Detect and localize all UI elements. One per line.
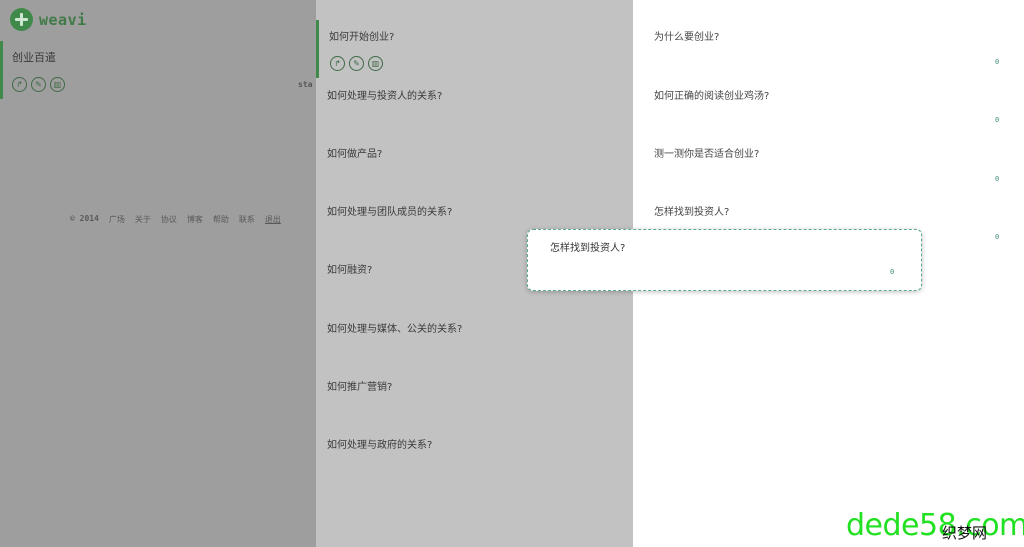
topic-item[interactable]: 如何推广营销?: [316, 370, 633, 428]
footer: © 2014 广场 关于 协议 博客 帮助 联系 退出: [70, 214, 281, 225]
edit-icon[interactable]: ✎: [31, 77, 46, 92]
topic-title: 如何开始创业?: [329, 32, 395, 43]
copyright: © 2014: [70, 214, 99, 223]
topic-title: 如何处理与投资人的关系?: [327, 91, 443, 102]
article-count: 0: [995, 233, 1000, 241]
article-count: 0: [995, 116, 1000, 124]
topic-item[interactable]: 如何处理与媒体、公关的关系?: [316, 312, 633, 370]
topic-title: 如何处理与政府的关系?: [327, 440, 433, 451]
topic-title: 如何推广营销?: [327, 382, 393, 393]
logo[interactable]: weavi: [10, 8, 87, 31]
watermark: dede58.com 织梦网: [846, 508, 1024, 543]
topic-title: 如何处理与媒体、公关的关系?: [327, 324, 463, 335]
topic-actions: ↱ ✎ ▥: [330, 56, 383, 71]
notebook-card[interactable]: 创业百遣 ↱ ✎ ▥: [0, 41, 316, 99]
notebook-title: 创业百遣: [12, 51, 56, 64]
article-count: 0: [995, 58, 1000, 66]
dragged-article-count: 0: [890, 268, 895, 276]
footer-link-terms[interactable]: 协议: [161, 214, 177, 225]
clipped-text: sta: [298, 80, 313, 89]
delete-icon[interactable]: ▥: [50, 77, 65, 92]
topic-title: 如何处理与团队成员的关系?: [327, 207, 453, 218]
article-title: 测一测你是否适合创业?: [654, 149, 760, 160]
share-icon[interactable]: ↱: [330, 56, 345, 71]
footer-link-help[interactable]: 帮助: [213, 214, 229, 225]
topic-item[interactable]: 如何处理与政府的关系?: [316, 428, 633, 486]
article-title: 怎样找到投资人?: [654, 207, 730, 218]
article-item[interactable]: 如何正确的阅读创业鸡汤? 0: [633, 79, 1024, 137]
topic-item-active[interactable]: 如何开始创业? ↱ ✎ ▥: [316, 20, 633, 78]
notebook-actions: ↱ ✎ ▥: [12, 77, 65, 92]
topic-item[interactable]: 如何处理与投资人的关系?: [316, 79, 633, 137]
topic-title: 如何做产品?: [327, 149, 383, 160]
share-icon[interactable]: ↱: [12, 77, 27, 92]
article-title: 如何正确的阅读创业鸡汤?: [654, 91, 770, 102]
footer-link-contact[interactable]: 联系: [239, 214, 255, 225]
plus-icon[interactable]: [10, 8, 33, 31]
sidebar-column: weavi 创业百遣 ↱ ✎ ▥ sta © 2014 广场 关于 协议 博客 …: [0, 0, 316, 547]
article-item[interactable]: 为什么要创业? 0: [633, 20, 1024, 78]
topic-title: 如何融资?: [327, 265, 373, 276]
brand-name: weavi: [39, 10, 87, 29]
article-count: 0: [995, 175, 1000, 183]
watermark-text: dede58.com: [846, 508, 1024, 543]
edit-icon[interactable]: ✎: [349, 56, 364, 71]
delete-icon[interactable]: ▥: [368, 56, 383, 71]
dragged-article-title: 怎样找到投资人?: [550, 243, 626, 254]
article-title: 为什么要创业?: [654, 32, 720, 43]
footer-link-blog[interactable]: 博客: [187, 214, 203, 225]
article-item[interactable]: 测一测你是否适合创业? 0: [633, 137, 1024, 195]
logout-link[interactable]: 退出: [265, 214, 281, 225]
footer-link-square[interactable]: 广场: [109, 214, 125, 225]
watermark-overlay: 织梦网: [942, 524, 988, 542]
footer-link-about[interactable]: 关于: [135, 214, 151, 225]
dragged-article-card[interactable]: 怎样找到投资人? 0: [527, 229, 922, 291]
topic-item[interactable]: 如何做产品?: [316, 137, 633, 195]
